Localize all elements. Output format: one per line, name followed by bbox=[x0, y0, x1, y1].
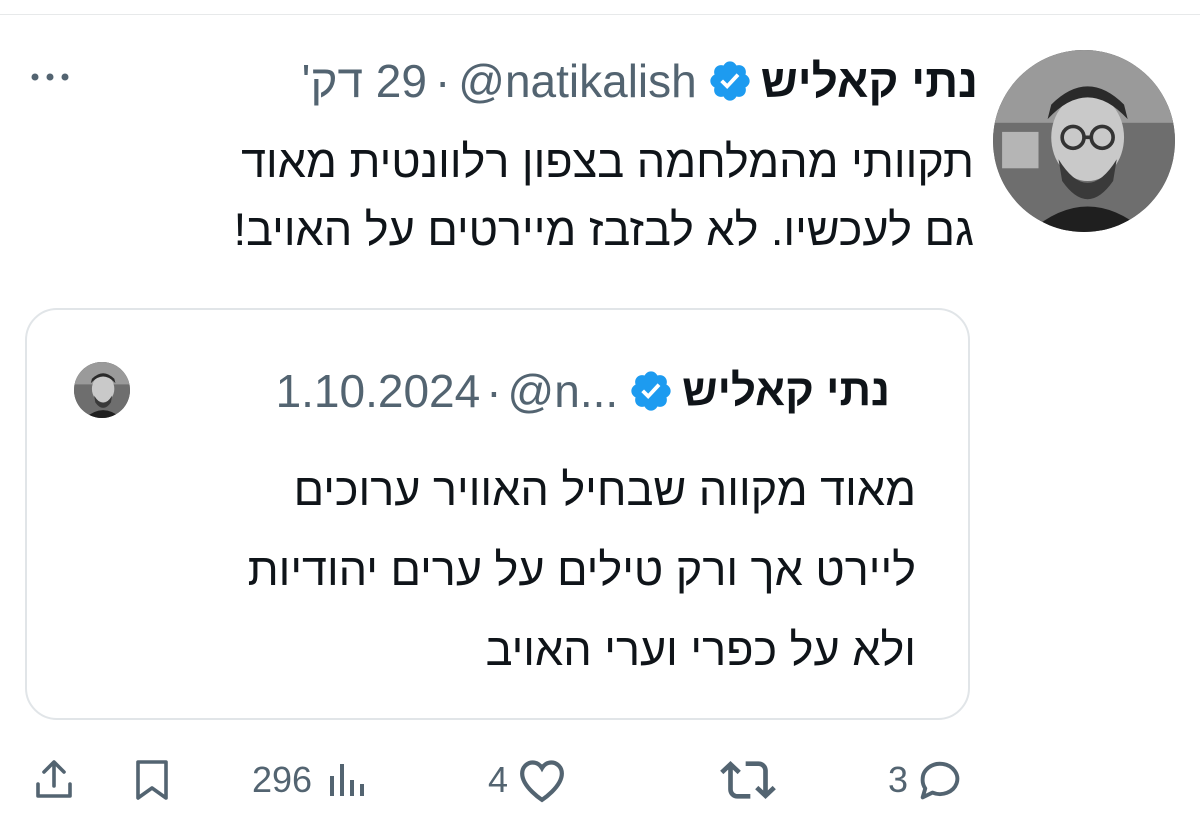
separator-dot: · bbox=[434, 55, 451, 107]
quote-author-handle: @n... bbox=[507, 365, 619, 417]
heart-icon bbox=[520, 760, 564, 803]
quote-tweet-card[interactable]: נתי קאליש @n... · 1.10.2024 מאוד מקווה ש… bbox=[25, 308, 970, 720]
quote-separator-dot: · bbox=[486, 365, 502, 417]
quote-text: מאוד מקווה שבחיל האוויר ערוכים ליירט אך … bbox=[247, 464, 916, 675]
quote-header: נתי קאליש @n... · 1.10.2024 bbox=[276, 362, 890, 420]
verified-badge-icon[interactable] bbox=[707, 58, 753, 104]
tweet-header: נתי קאליש @natikalish · 29 דק' bbox=[302, 52, 978, 110]
more-dots-icon[interactable] bbox=[28, 62, 72, 92]
views-count: 296 bbox=[252, 759, 313, 800]
like-count: 4 bbox=[488, 759, 509, 800]
avatar-image bbox=[993, 50, 1175, 232]
author-avatar[interactable] bbox=[993, 50, 1175, 232]
tweet-time[interactable]: 29 דק' bbox=[302, 54, 427, 108]
bookmark-button[interactable] bbox=[128, 750, 176, 810]
reply-count: 3 bbox=[888, 759, 909, 800]
author-name[interactable]: נתי קאליש bbox=[761, 54, 978, 108]
top-divider bbox=[0, 14, 1200, 15]
bookmark-icon bbox=[136, 760, 168, 800]
retweet-icon bbox=[720, 761, 776, 799]
reply-bubble-icon bbox=[920, 761, 960, 800]
author-handle[interactable]: @natikalish bbox=[458, 54, 696, 108]
share-icon bbox=[36, 760, 72, 798]
share-button[interactable] bbox=[30, 750, 78, 810]
views-button[interactable]: 296 bbox=[252, 750, 370, 810]
tweet-text: תקוותי מהמלחמה בצפון רלוונטית מאוד גם לע… bbox=[233, 136, 974, 255]
retweet-button[interactable] bbox=[720, 750, 776, 810]
quote-author-name: נתי קאליש bbox=[682, 366, 890, 415]
analytics-bars-icon bbox=[330, 764, 365, 796]
verified-badge-icon bbox=[631, 371, 671, 411]
quote-author-avatar bbox=[74, 362, 130, 418]
like-button[interactable]: 4 bbox=[488, 750, 570, 810]
quote-avatar-image bbox=[74, 362, 130, 418]
reply-button[interactable]: 3 bbox=[888, 750, 966, 810]
tweet-actions-bar: 3 4 296 bbox=[0, 750, 1200, 810]
quote-date: 1.10.2024 bbox=[275, 365, 481, 417]
